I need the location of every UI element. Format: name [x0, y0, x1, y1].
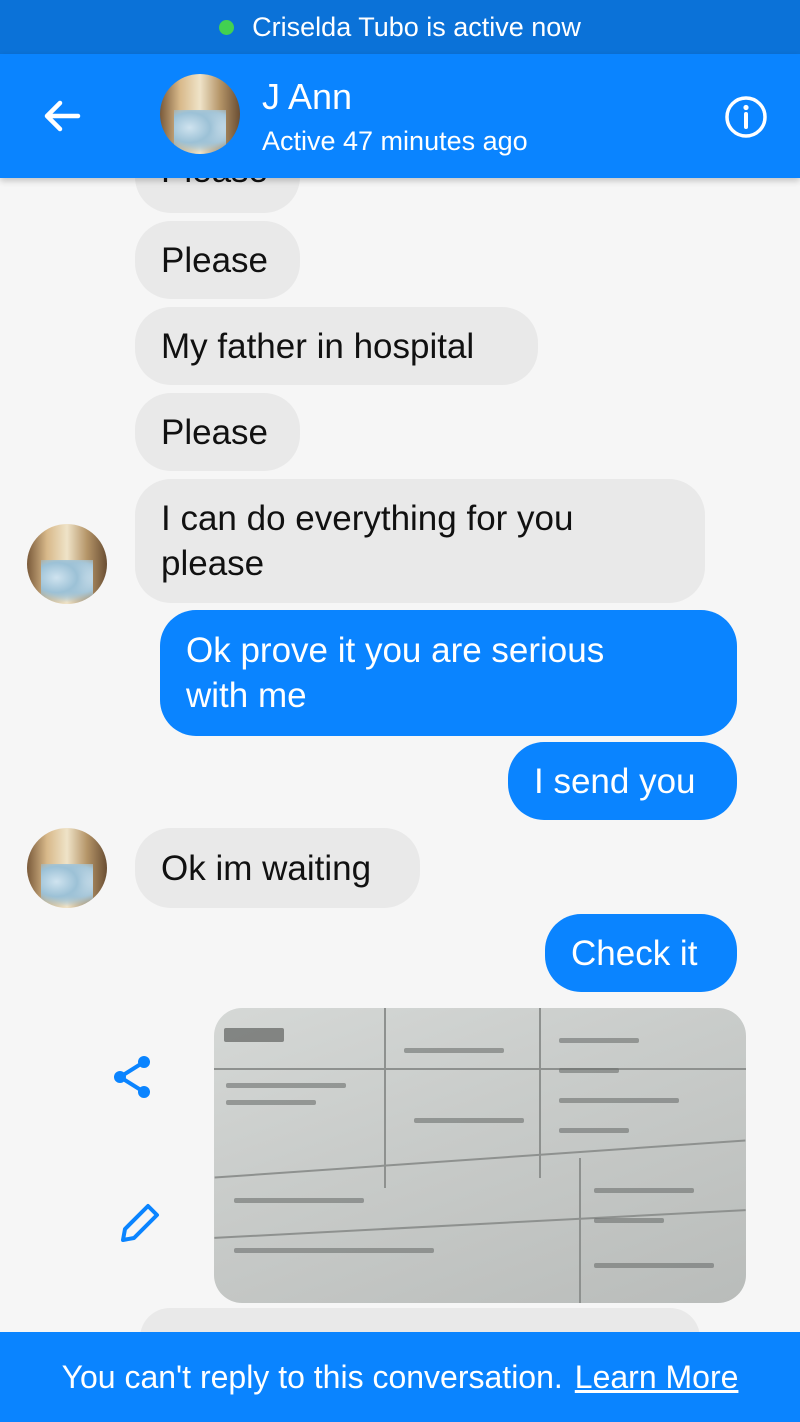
- message-bubble-outgoing[interactable]: Check it: [545, 914, 737, 992]
- contact-presence: Active 47 minutes ago: [262, 126, 528, 156]
- active-status-text: Criselda Tubo is active now: [252, 11, 581, 42]
- message-bubble-incoming[interactable]: Ok im waiting: [135, 828, 420, 908]
- message-text: I can do everything for you please: [161, 499, 574, 583]
- reply-disabled-banner: You can't reply to this conversation. Le…: [0, 1332, 800, 1422]
- message-bubble-outgoing[interactable]: Ok prove it you are serious with me: [160, 610, 737, 736]
- document-photo-message[interactable]: [214, 1008, 746, 1303]
- message-bubble-incoming[interactable]: My father in hospital: [135, 307, 538, 385]
- message-text: Check it: [571, 933, 698, 973]
- online-dot-icon: [219, 19, 235, 35]
- contact-name[interactable]: J Ann: [262, 76, 352, 118]
- message-text: Ok im waiting: [161, 848, 372, 888]
- info-circle-icon[interactable]: [723, 94, 769, 140]
- message-bubble-outgoing[interactable]: I send you: [508, 742, 737, 820]
- pencil-icon[interactable]: [115, 1198, 165, 1248]
- active-status-banner: Criselda Tubo is active now: [0, 0, 800, 54]
- message-bubble-incoming[interactable]: Please: [135, 393, 300, 471]
- message-bubble-incoming[interactable]: I can do everything for you please: [135, 479, 705, 603]
- message-text: Ok prove it you are serious with me: [186, 631, 605, 715]
- contact-avatar[interactable]: [27, 524, 107, 604]
- message-text: Please: [161, 240, 269, 280]
- reply-disabled-text: You can't reply to this conversation.: [61, 1358, 563, 1395]
- message-text: My father in hospital: [161, 326, 475, 366]
- message-text: Please: [161, 412, 269, 452]
- message-bubble-incoming[interactable]: Please: [135, 221, 300, 299]
- conversation-header: J Ann Active 47 minutes ago: [0, 54, 800, 178]
- message-thread[interactable]: Please Please My father in hospital Plea…: [0, 178, 800, 1332]
- share-icon[interactable]: [108, 1052, 158, 1102]
- arrow-left-icon[interactable]: [38, 92, 86, 140]
- message-bubble-incoming[interactable]: Please: [135, 178, 300, 213]
- message-text: Please: [161, 178, 268, 193]
- contact-avatar[interactable]: [27, 828, 107, 908]
- learn-more-link[interactable]: Learn More: [575, 1359, 739, 1396]
- message-text: I send you: [534, 761, 696, 801]
- message-bubble-incoming[interactable]: [140, 1308, 700, 1332]
- contact-avatar[interactable]: [160, 74, 240, 154]
